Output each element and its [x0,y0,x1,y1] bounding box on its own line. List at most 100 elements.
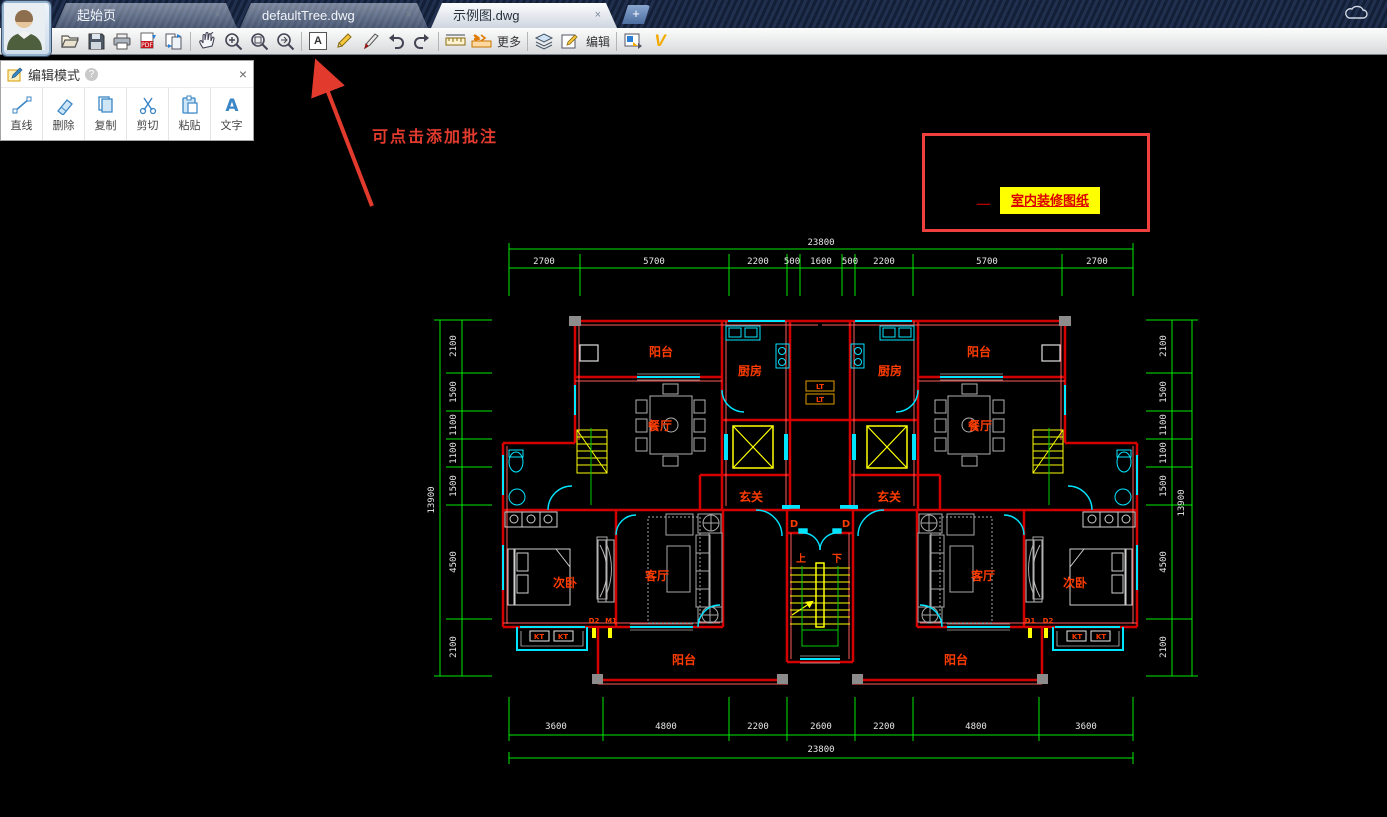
line-tool-button[interactable]: 直线 [1,88,43,140]
dim-label: 2200 [873,722,895,732]
dimension-labels: 23800 2700 5700 2200 500 1600 500 2200 5… [427,238,1187,755]
dim-label: 23800 [807,238,834,248]
dim-label: 1100 [1159,414,1169,436]
dim-label: 2100 [1159,636,1169,658]
ac-tag: KT [534,633,544,641]
room-labels: 阳台 阳台 厨房 厨房 餐厅 餐厅 玄关 玄关 客厅 客厅 次卧 次卧 阳台 阳… [534,344,1106,667]
dim-label: 4500 [449,551,459,573]
eraser-icon [53,95,75,115]
dim-label: 2700 [533,257,555,267]
dim-label: 500 [784,257,800,267]
room-label-foyer: 玄关 [877,489,901,504]
button-label: 剪切 [137,117,159,133]
dim-label: 2100 [449,335,459,357]
floorplan-unit [503,316,820,684]
room-label-foyer: 玄关 [739,489,763,504]
door-tag: D [842,519,850,530]
drawing-canvas[interactable]: 23800 2700 5700 2200 500 1600 500 2200 5… [0,56,1387,817]
copy-icon [95,95,117,115]
paste-tool-button[interactable]: 粘贴 [169,88,211,140]
dim-label: 5700 [976,257,998,267]
edit-panel-header: 编辑模式 ? × [1,61,253,88]
annotation-highlight-label[interactable]: 室内装修图纸 [1000,187,1100,214]
room-label-living: 客厅 [644,568,669,583]
room-label-dining: 餐厅 [968,418,992,433]
edit-panel-title: 编辑模式 [28,65,80,84]
button-label: 删除 [53,117,75,133]
annotation-rectangle[interactable] [922,133,1150,232]
meter-tag: LT [816,396,824,404]
room-label-living: 客厅 [970,568,995,583]
room-label-balcony: 阳台 [672,652,696,667]
door-tag: D1 [1025,617,1036,625]
stair-down-label: 下 [832,553,842,565]
dim-label: 1100 [449,442,459,464]
dim-label: 2100 [1159,335,1169,357]
dim-label: 2200 [873,257,895,267]
room-label-balcony: 阳台 [967,344,991,359]
ac-tag: KT [1096,633,1106,641]
edit-mode-panel: 编辑模式 ? × 直线 删除 复制 [0,60,254,141]
scissors-icon [137,95,159,115]
annotation-tip-text: 可点击添加批注 [372,123,498,147]
button-label: 复制 [95,117,117,133]
door-tag: D [790,519,798,530]
dim-label: 2600 [810,722,832,732]
text-tool-button[interactable]: A 文字 [211,88,252,140]
dim-label: 4500 [1159,551,1169,573]
room-label-balcony: 阳台 [944,652,968,667]
dim-label: 13900 [1177,489,1187,516]
edit-panel-buttons: 直线 删除 复制 剪切 [1,88,253,140]
dim-label: 23800 [807,745,834,755]
dim-label: 3600 [545,722,567,732]
dim-label: 2700 [1086,257,1108,267]
room-label-kitchen: 厨房 [878,363,902,378]
dim-label: 2200 [747,257,769,267]
dim-label: 1600 [810,257,832,267]
room-label-bedroom: 次卧 [553,575,577,590]
dim-label: 500 [842,257,858,267]
floorplan-unit-mirror [820,316,1137,684]
avatar-person-icon [4,3,45,50]
room-label-balcony: 阳台 [649,344,673,359]
dim-label: 1500 [449,475,459,497]
door-tag: M1 [605,617,617,625]
dim-label: 2200 [747,722,769,732]
room-label-bedroom: 次卧 [1063,575,1087,590]
svg-text:A: A [225,96,239,115]
edit-mode-icon [7,67,23,82]
help-icon[interactable]: ? [85,68,98,81]
ac-tag: KT [1072,633,1082,641]
door-tag: D2 [589,617,600,625]
dim-label: 1100 [1159,442,1169,464]
door-tag: D2 [1043,617,1054,625]
text-icon: A [221,95,243,115]
user-avatar[interactable] [2,1,51,56]
dim-label: 3600 [1075,722,1097,732]
dim-label: 5700 [643,257,665,267]
dim-label: 1500 [1159,475,1169,497]
ac-tag: KT [558,633,568,641]
meter-tag: LT [816,383,824,391]
button-label: 直线 [11,117,33,133]
dim-label: 1500 [1159,381,1169,403]
button-label: 文字 [221,117,243,133]
dim-label: 1100 [449,414,459,436]
room-label-dining: 餐厅 [648,418,672,433]
annotation-arrow [318,66,372,206]
close-icon[interactable]: × [239,67,247,81]
dim-label: 4800 [655,722,677,732]
clipboard-icon [179,95,201,115]
annotation-underscore: ＿ [977,188,990,207]
button-label: 粘贴 [179,117,201,133]
room-label-kitchen: 厨房 [738,363,762,378]
cut-tool-button[interactable]: 剪切 [127,88,169,140]
dim-label: 4800 [965,722,987,732]
dim-label: 1500 [449,381,459,403]
copy-tool-button[interactable]: 复制 [85,88,127,140]
delete-tool-button[interactable]: 删除 [43,88,85,140]
line-icon [11,95,33,115]
stair-up-label: 上 [796,552,806,565]
dim-label: 2100 [449,636,459,658]
dim-label: 13900 [427,486,437,513]
